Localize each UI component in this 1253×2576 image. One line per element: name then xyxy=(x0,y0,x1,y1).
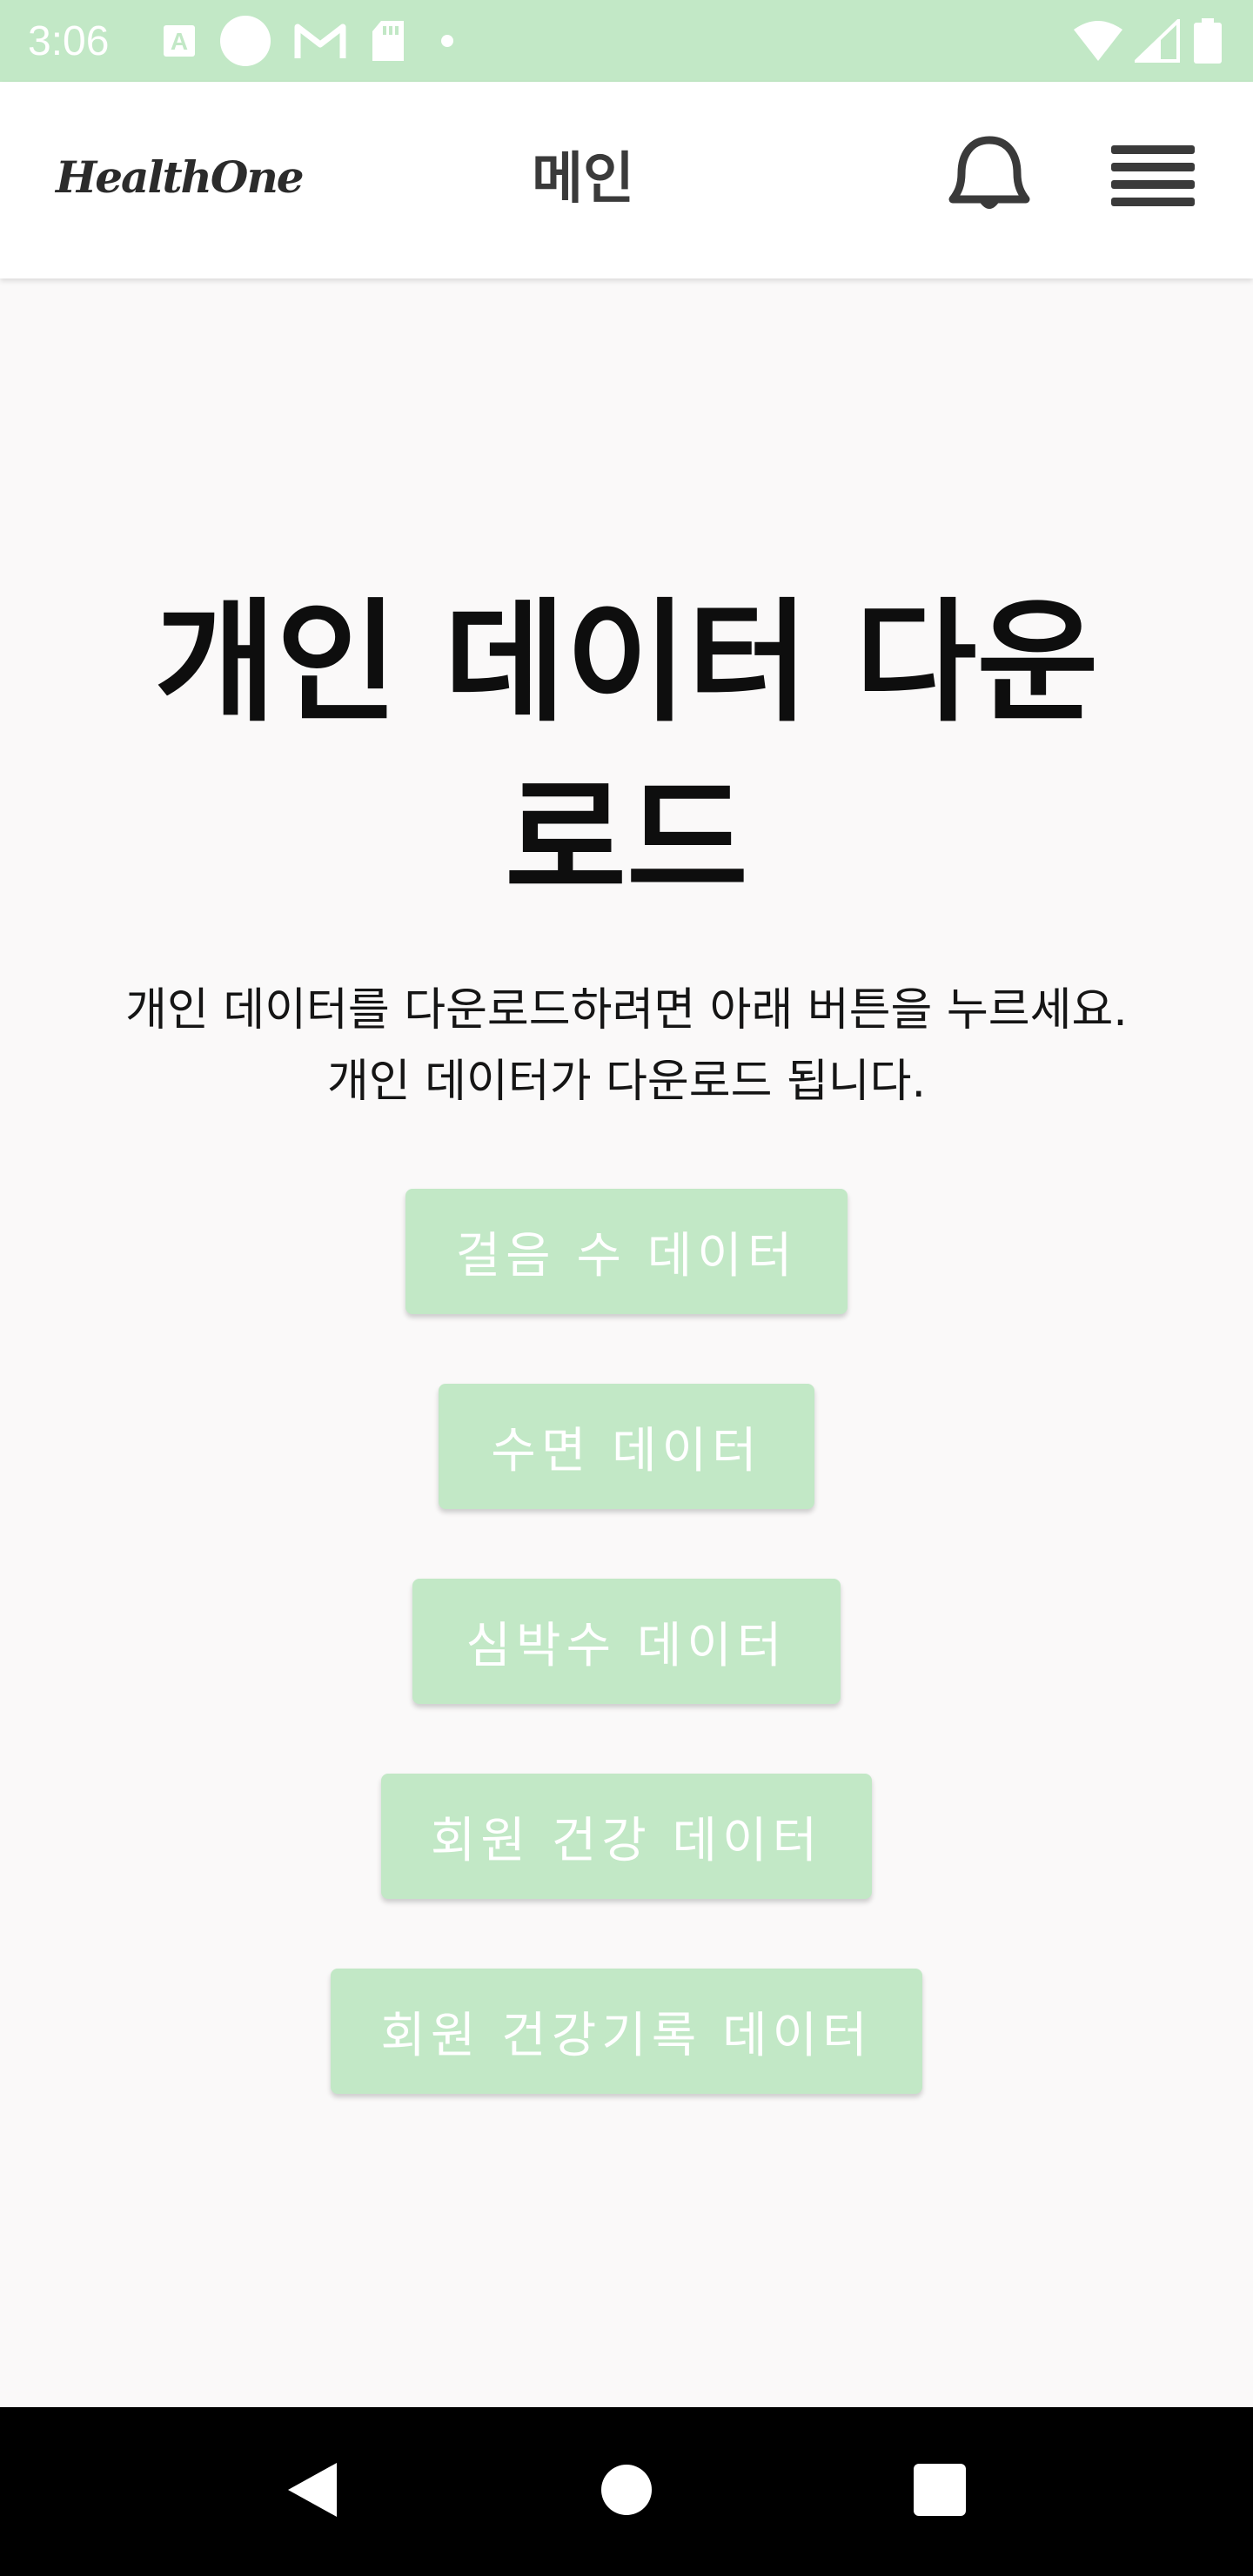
a-box-icon: A xyxy=(162,23,197,58)
navigation-bar xyxy=(0,2407,1253,2576)
battery-icon xyxy=(1190,17,1225,65)
steps-data-button[interactable]: 걸음 수 데이터 xyxy=(405,1189,848,1314)
gmail-icon xyxy=(294,22,346,60)
circle-icon xyxy=(219,15,271,67)
recent-apps-button[interactable] xyxy=(896,2448,983,2535)
sd-card-icon xyxy=(369,19,407,63)
status-bar: 3:06 A xyxy=(0,0,1253,82)
heart-rate-data-button[interactable]: 심박수 데이터 xyxy=(412,1579,841,1704)
back-button[interactable] xyxy=(270,2448,357,2535)
back-icon xyxy=(283,2459,344,2524)
sleep-data-button[interactable]: 수면 데이터 xyxy=(439,1384,814,1509)
page-heading: 개인 데이터 다운로드 xyxy=(154,586,1099,917)
app-bar: HealthOne 메인 xyxy=(0,82,1253,278)
menu-button[interactable] xyxy=(1105,131,1201,226)
main-content: 개인 데이터 다운로드 개인 데이터를 다운로드하려면 아래 버튼을 누르세요.… xyxy=(0,278,1253,2407)
member-health-record-data-button[interactable]: 회원 건강기록 데이터 xyxy=(331,1969,922,2094)
home-icon xyxy=(599,2462,654,2521)
app-logo[interactable]: HealthOne xyxy=(56,151,305,203)
recent-apps-icon xyxy=(912,2462,968,2521)
status-icons-right xyxy=(1072,17,1225,65)
status-time: 3:06 xyxy=(28,17,110,64)
notification-button[interactable] xyxy=(941,131,1037,226)
status-icons-left: A xyxy=(162,15,465,67)
bell-icon xyxy=(948,133,1031,224)
menu-icon xyxy=(1109,142,1196,215)
home-button[interactable] xyxy=(583,2448,670,2535)
wifi-icon xyxy=(1072,19,1124,63)
description-text: 개인 데이터를 다운로드하려면 아래 버튼을 누르세요. 개인 데이터가 다운로… xyxy=(125,984,1128,1108)
page-title: 메인 xyxy=(532,147,634,211)
dot-icon xyxy=(430,32,465,50)
member-health-data-button[interactable]: 회원 건강 데이터 xyxy=(381,1774,872,1899)
signal-icon xyxy=(1135,19,1180,63)
svg-text:A: A xyxy=(171,28,188,55)
